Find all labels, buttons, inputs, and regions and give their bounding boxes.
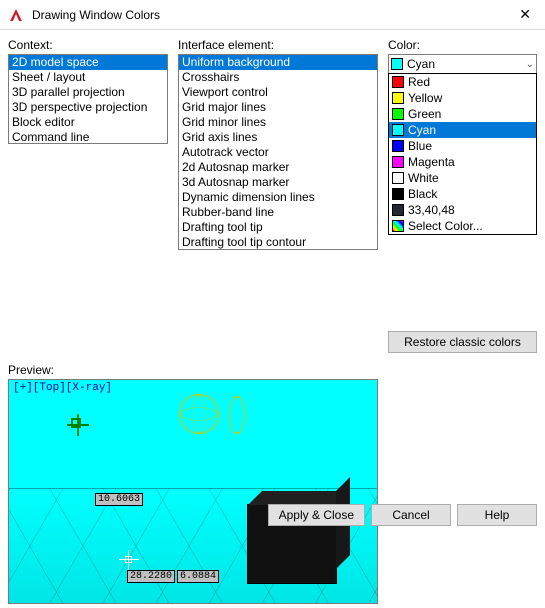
color-swatch	[392, 140, 404, 152]
color-option[interactable]: Select Color...	[389, 218, 536, 234]
color-option[interactable]: Black	[389, 186, 536, 202]
list-item[interactable]: Drafting tool tip	[179, 220, 377, 235]
dimension-readout-2: 28.2280	[127, 570, 175, 583]
color-label: Color:	[388, 38, 537, 52]
window-title: Drawing Window Colors	[32, 8, 160, 22]
dimension-readout-3: 6.0884	[177, 570, 219, 583]
list-item[interactable]: 2d Autosnap marker	[179, 160, 377, 175]
list-item[interactable]: 3d Autosnap marker	[179, 175, 377, 190]
close-icon[interactable]: ✕	[513, 4, 537, 25]
list-item[interactable]: Sheet / layout	[9, 70, 167, 85]
dimension-readout-1: 10.6063	[95, 493, 143, 506]
list-item[interactable]: Block editor	[9, 115, 167, 130]
color-option-label: Cyan	[408, 123, 436, 137]
color-option-label: Black	[408, 187, 437, 201]
color-option[interactable]: Green	[389, 106, 536, 122]
app-icon	[8, 7, 24, 23]
color-option[interactable]: Cyan	[389, 122, 536, 138]
list-item[interactable]: Autotrack vector	[179, 145, 377, 160]
context-listbox[interactable]: 2D model spaceSheet / layout3D parallel …	[8, 54, 168, 144]
color-option-label: Green	[408, 107, 441, 121]
color-option-label: Blue	[408, 139, 432, 153]
list-item[interactable]: 3D parallel projection	[9, 85, 167, 100]
viewport-control-text: [+][Top][X-ray]	[13, 382, 112, 394]
list-item[interactable]: Drafting tool tip contour	[179, 235, 377, 250]
list-item[interactable]: Grid axis lines	[179, 130, 377, 145]
preview-sphere	[179, 394, 219, 434]
dialog-footer: Apply & Close Cancel Help	[268, 504, 537, 526]
list-item[interactable]: 2D model space	[9, 55, 167, 70]
color-option[interactable]: Yellow	[389, 90, 536, 106]
title-bar: Drawing Window Colors ✕	[0, 0, 545, 30]
color-option-label: Red	[408, 75, 430, 89]
restore-classic-button[interactable]: Restore classic colors	[388, 331, 537, 353]
selected-color-text: Cyan	[407, 57, 435, 71]
color-swatch	[392, 188, 404, 200]
color-swatch	[392, 204, 404, 216]
color-swatch	[392, 124, 404, 136]
list-item[interactable]: Rubber-band line	[179, 205, 377, 220]
color-option[interactable]: White	[389, 170, 536, 186]
color-swatch	[392, 108, 404, 120]
list-item[interactable]: Grid minor lines	[179, 115, 377, 130]
color-option[interactable]: 33,40,48	[389, 202, 536, 218]
list-item[interactable]: Grid major lines	[179, 100, 377, 115]
color-option[interactable]: Blue	[389, 138, 536, 154]
color-swatch	[392, 92, 404, 104]
crosshair-icon	[119, 550, 139, 570]
help-button[interactable]: Help	[457, 504, 537, 526]
interface-label: Interface element:	[178, 38, 378, 52]
preview-cone	[229, 396, 279, 432]
context-label: Context:	[8, 38, 168, 52]
color-option-label: Yellow	[408, 91, 442, 105]
color-option-label: Select Color...	[408, 219, 483, 233]
color-option-label: 33,40,48	[408, 203, 455, 217]
color-option-label: Magenta	[408, 155, 455, 169]
color-swatch	[392, 172, 404, 184]
interface-listbox[interactable]: Uniform backgroundCrosshairsViewport con…	[178, 54, 378, 250]
list-item[interactable]: Viewport control	[179, 85, 377, 100]
color-option[interactable]: Magenta	[389, 154, 536, 170]
list-item[interactable]: 3D perspective projection	[9, 100, 167, 115]
list-item[interactable]: Crosshairs	[179, 70, 377, 85]
selected-color-swatch	[391, 58, 403, 70]
color-option[interactable]: Red	[389, 74, 536, 90]
color-option-label: White	[408, 171, 439, 185]
color-swatch	[392, 220, 404, 232]
list-item[interactable]: Dynamic dimension lines	[179, 190, 377, 205]
color-swatch	[392, 156, 404, 168]
color-swatch	[392, 76, 404, 88]
cancel-button[interactable]: Cancel	[371, 504, 451, 526]
color-dropdown[interactable]: Red Yellow Green Cyan Blue Magenta White Black 3…	[388, 73, 537, 235]
preview-label: Preview:	[8, 363, 537, 377]
preview-area: [+][Top][X-ray] 10.6063 28.2280 6.0884	[8, 379, 378, 604]
list-item[interactable]: Command line	[9, 130, 167, 144]
color-combobox[interactable]: Cyan ⌄	[388, 54, 537, 74]
chevron-down-icon: ⌄	[526, 59, 534, 70]
apply-close-button[interactable]: Apply & Close	[268, 504, 365, 526]
autosnap-marker	[71, 418, 81, 428]
list-item[interactable]: Uniform background	[179, 55, 377, 70]
